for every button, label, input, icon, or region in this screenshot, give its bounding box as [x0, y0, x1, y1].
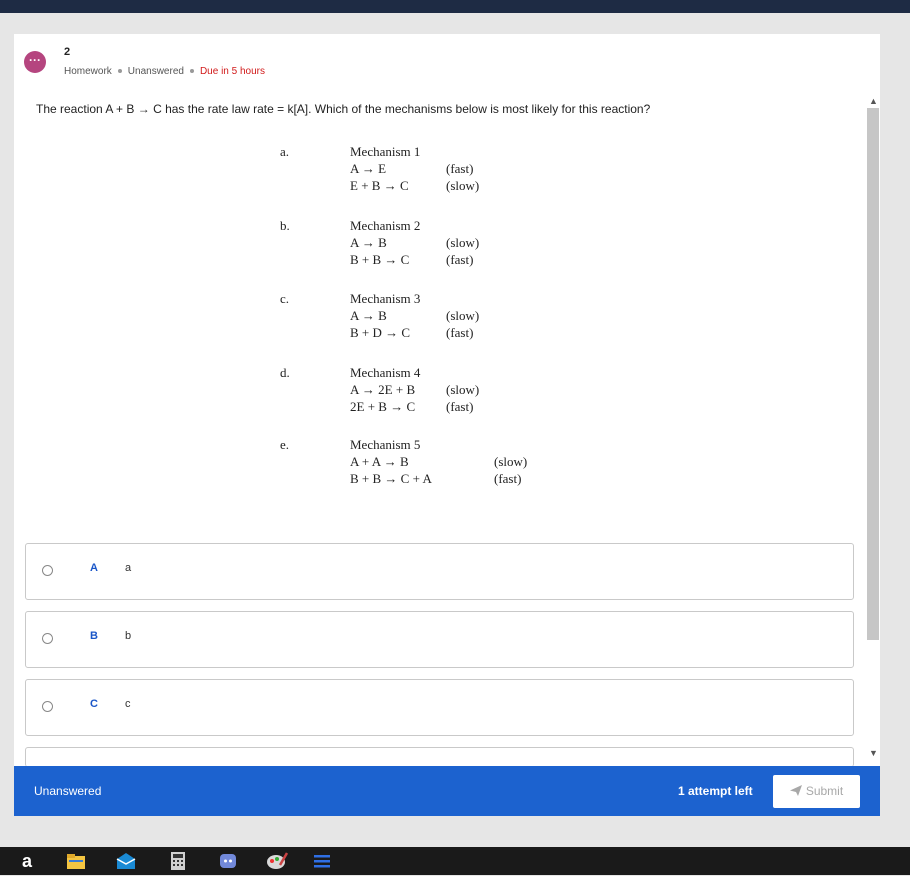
mechanism-step-equation: 2E + B → C [350, 399, 416, 414]
due-date: Due in 5 hours [199, 66, 265, 77]
mechanism-step-equation: B + B → C [350, 252, 410, 267]
mechanism-step-equation: A → B [350, 235, 387, 250]
mechanism-step-rate: (fast) [446, 161, 474, 176]
send-icon [789, 785, 802, 796]
mechanism-step-rate: (fast) [446, 399, 474, 414]
answer-choice-a[interactable]: A a [25, 543, 854, 600]
answer-status: Unanswered [34, 784, 102, 798]
paint-icon[interactable] [266, 851, 289, 871]
mechanism-step-rate: (slow) [446, 178, 480, 193]
scrollbar[interactable]: ▲ ▼ [865, 96, 880, 766]
mechanism-step-equation: A + A → B [350, 454, 409, 469]
question-meta: Homework Unanswered Due in 5 hours [64, 66, 265, 77]
mechanism-step-rate: (slow) [446, 308, 480, 323]
chat-bubble-icon: ··· [24, 51, 46, 73]
mechanism-step-rate: (slow) [446, 235, 480, 250]
mechanism-step-equation: A → B [350, 308, 387, 323]
answer-choice-partial[interactable] [25, 747, 854, 767]
submit-button[interactable]: Submit [773, 775, 860, 808]
mechanism-letter: d. [280, 365, 290, 380]
mechanism-step-rate: (slow) [446, 382, 480, 397]
mechanism-step-equation: B + D → C [350, 325, 411, 340]
calculator-icon[interactable] [168, 851, 188, 871]
choice-value: b [125, 630, 132, 642]
submit-label: Submit [805, 784, 844, 798]
amazon-icon[interactable]: a [22, 851, 42, 871]
mechanism-letter: b. [280, 218, 290, 233]
mechanism-step-equation: A → 2E + B [350, 382, 416, 397]
choice-value: c [125, 698, 131, 710]
question-status: Unanswered [127, 66, 184, 77]
mechanism-letter: a. [280, 144, 290, 159]
scroll-up-icon[interactable]: ▲ [869, 96, 878, 106]
file-explorer-icon[interactable] [66, 851, 86, 871]
top-bar [0, 0, 910, 13]
attempts-left: 1 attempt left [678, 784, 753, 798]
question-header: ··· 2 Homework Unanswered Due in 5 hours [24, 46, 624, 86]
answer-choice-b[interactable]: B b [25, 611, 854, 668]
footer-bar: Unanswered 1 attempt left Submit [14, 766, 880, 816]
choice-key: C [90, 698, 98, 710]
choice-value: a [125, 562, 132, 574]
mechanism-step-rate: (fast) [446, 252, 474, 267]
mechanism-title: Mechanism 3 [350, 291, 421, 306]
answer-choice-c[interactable]: C c [25, 679, 854, 736]
separator-dot [189, 69, 194, 74]
mechanism-step-equation: A → E [350, 161, 387, 176]
discord-icon[interactable] [218, 851, 238, 871]
mechanism-step-rate: (fast) [494, 471, 522, 486]
mechanism-step-rate: (slow) [494, 454, 528, 469]
choice-key: A [90, 562, 98, 574]
menu-icon[interactable] [312, 851, 332, 871]
taskbar: a [0, 847, 910, 875]
question-text: The reaction A + B → C has the rate law … [36, 102, 651, 116]
mechanism-title: Mechanism 1 [350, 144, 421, 159]
mechanism-title: Mechanism 5 [350, 437, 421, 452]
question-number: 2 [64, 46, 71, 58]
mechanism-letter: c. [280, 291, 290, 306]
mechanism-step-rate: (fast) [446, 325, 474, 340]
radio-button[interactable] [42, 633, 53, 644]
mechanism-title: Mechanism 2 [350, 218, 421, 233]
mechanism-step-equation: B + B → C + A [350, 471, 432, 486]
mechanism-title: Mechanism 4 [350, 365, 421, 380]
radio-button[interactable] [42, 701, 53, 712]
mail-icon[interactable] [116, 851, 136, 871]
radio-button[interactable] [42, 565, 53, 576]
mechanism-step-equation: E + B → C [350, 178, 409, 193]
scroll-down-icon[interactable]: ▼ [869, 748, 878, 758]
question-type: Homework [64, 66, 112, 77]
choice-key: B [90, 630, 98, 642]
scrollbar-thumb[interactable] [867, 108, 879, 640]
mechanism-letter: e. [280, 437, 290, 452]
question-card: ··· 2 Homework Unanswered Due in 5 hours T… [14, 34, 880, 816]
separator-dot [117, 69, 122, 74]
